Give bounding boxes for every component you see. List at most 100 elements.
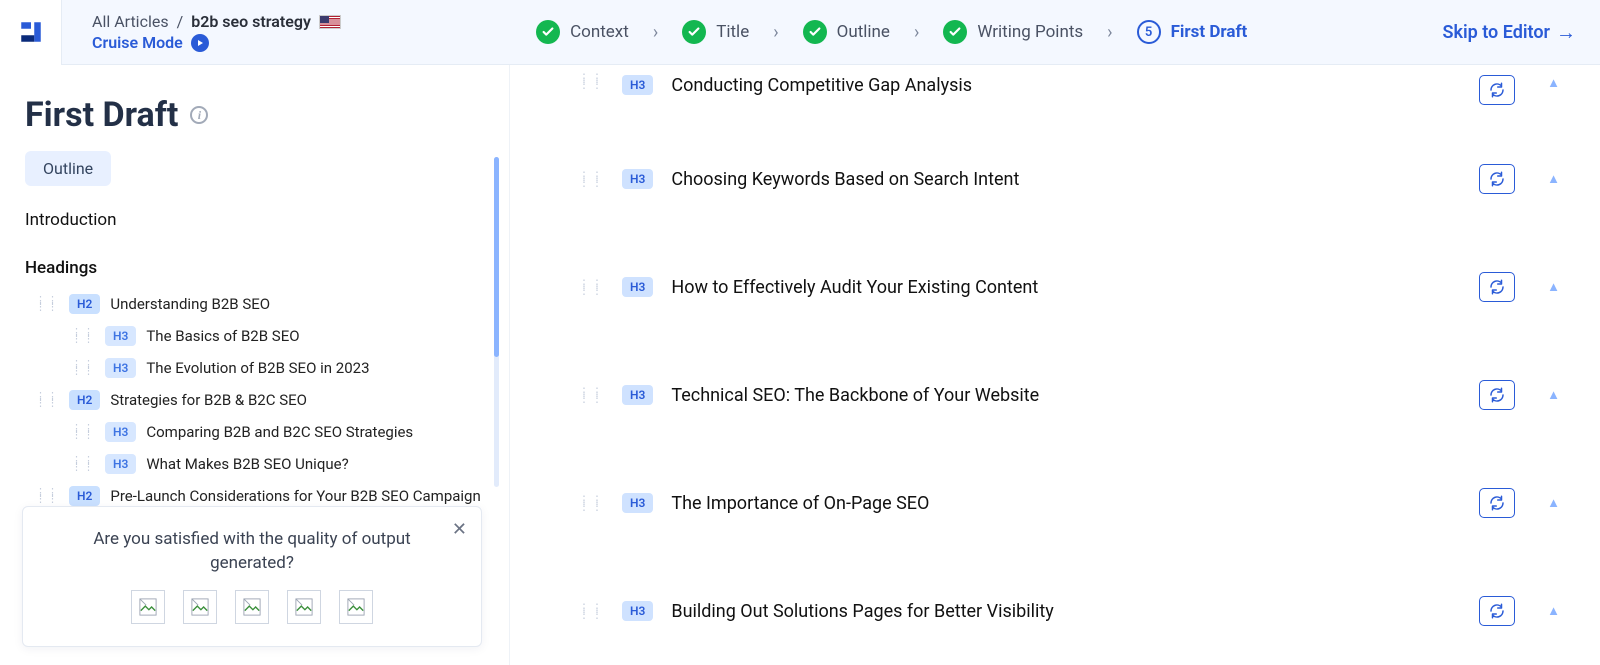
rating-option[interactable] — [235, 590, 269, 624]
outline-node-text: Pre-Launch Considerations for Your B2B S… — [110, 487, 480, 505]
refresh-icon — [1488, 602, 1506, 620]
rating-option[interactable] — [287, 590, 321, 624]
sidebar-scroll-thumb[interactable] — [494, 157, 499, 357]
breadcrumb-current[interactable]: b2b seo strategy — [191, 12, 311, 31]
heading-tag: H3 — [105, 326, 136, 346]
refresh-icon — [1488, 170, 1506, 188]
feedback-question: Are you satisfied with the quality of ou… — [51, 527, 453, 576]
regenerate-button[interactable] — [1479, 488, 1515, 518]
heading-tag: H2 — [69, 294, 100, 314]
regenerate-button[interactable] — [1479, 75, 1515, 105]
drag-handle-icon[interactable]: ⋮⋮⋮⋮ — [35, 490, 59, 502]
refresh-icon — [1488, 494, 1506, 512]
cruise-mode-button[interactable]: Cruise Mode — [92, 33, 341, 52]
logo-icon — [18, 19, 44, 45]
outline-node-text: The Basics of B2B SEO — [146, 327, 299, 345]
drag-handle-icon[interactable]: ⋮⋮⋮⋮ — [71, 458, 95, 470]
app-logo[interactable] — [0, 0, 62, 65]
chevron-right-icon: › — [653, 22, 658, 43]
broken-image-icon — [139, 598, 157, 616]
introduction-heading[interactable]: Introduction — [25, 210, 484, 230]
wizard-step-first-draft[interactable]: 5 First Draft — [1137, 20, 1248, 44]
wizard-step-outline[interactable]: Outline — [803, 20, 890, 44]
heading-tag: H3 — [622, 493, 653, 513]
rating-option[interactable] — [339, 590, 373, 624]
sidebar: First Draft i Outline Introduction Headi… — [0, 65, 510, 665]
heading-tag: H3 — [622, 277, 653, 297]
app-header: All Articles / b2b seo strategy Cruise M… — [0, 0, 1600, 65]
step-label: Writing Points — [977, 22, 1083, 42]
heading-tag: H3 — [622, 601, 653, 621]
breadcrumb: All Articles / b2b seo strategy Cruise M… — [92, 12, 341, 52]
chevron-right-icon: › — [1107, 22, 1112, 43]
regenerate-button[interactable] — [1479, 164, 1515, 194]
outline-node[interactable]: ⋮⋮⋮⋮ H3 The Basics of B2B SEO — [71, 320, 484, 352]
drag-handle-icon[interactable]: ⋮⋮⋮⋮ — [71, 362, 95, 374]
heading-tag: H3 — [105, 358, 136, 378]
broken-image-icon — [295, 598, 313, 616]
step-label: Title — [716, 22, 749, 42]
collapse-icon[interactable]: ▲ — [1547, 603, 1560, 619]
regenerate-button[interactable] — [1479, 272, 1515, 302]
collapse-icon[interactable]: ▲ — [1547, 171, 1560, 187]
rating-option[interactable] — [131, 590, 165, 624]
rating-option[interactable] — [183, 590, 217, 624]
locale-flag-us-icon[interactable] — [319, 15, 341, 29]
breadcrumb-separator: / — [177, 12, 184, 31]
row-title: The Importance of On-Page SEO — [671, 493, 1461, 514]
collapse-icon[interactable]: ▲ — [1547, 75, 1560, 91]
step-number: 5 — [1137, 20, 1161, 44]
outline-node[interactable]: ⋮⋮⋮⋮H2Strategies for B2B & B2C SEO — [35, 384, 484, 416]
outline-node-text: The Evolution of B2B SEO in 2023 — [146, 359, 369, 377]
outline-node[interactable]: ⋮⋮⋮⋮ H3 The Evolution of B2B SEO in 2023 — [71, 352, 484, 384]
wizard-steps: Context›Title›Outline›Writing Points›5Fi… — [341, 20, 1443, 44]
play-icon — [191, 34, 209, 52]
arrow-right-icon: → — [1556, 20, 1576, 45]
content-row: ⋮⋮⋮⋮ H3 How to Effectively Audit Your Exis… — [510, 233, 1600, 341]
outline-node[interactable]: ⋮⋮⋮⋮H3What Makes B2B SEO Unique? — [71, 448, 484, 480]
wizard-step-title[interactable]: Title — [682, 20, 749, 44]
refresh-icon — [1488, 386, 1506, 404]
refresh-icon — [1488, 278, 1506, 296]
collapse-icon[interactable]: ▲ — [1547, 495, 1560, 511]
outline-pill[interactable]: Outline — [25, 151, 111, 186]
step-label: First Draft — [1171, 22, 1248, 42]
drag-handle-icon[interactable]: ⋮⋮⋮⋮ — [578, 605, 604, 617]
regenerate-button[interactable] — [1479, 380, 1515, 410]
drag-handle-icon[interactable]: ⋮⋮⋮⋮ — [578, 281, 604, 293]
feedback-rating — [51, 590, 453, 624]
outline-node[interactable]: ⋮⋮⋮⋮H3Comparing B2B and B2C SEO Strategi… — [71, 416, 484, 448]
check-icon — [803, 20, 827, 44]
drag-handle-icon[interactable]: ⋮⋮⋮⋮ — [578, 75, 604, 87]
row-title: Choosing Keywords Based on Search Intent — [671, 169, 1461, 190]
skip-to-editor-button[interactable]: Skip to Editor → — [1442, 20, 1576, 45]
outline-node-text: Comparing B2B and B2C SEO Strategies — [146, 423, 413, 441]
drag-handle-icon[interactable]: ⋮⋮⋮⋮ — [71, 330, 95, 342]
main-content: ⋮⋮⋮⋮H3Conducting Competitive Gap Analysi… — [510, 65, 1600, 665]
breadcrumb-root[interactable]: All Articles — [92, 12, 169, 31]
broken-image-icon — [347, 598, 365, 616]
row-title: Technical SEO: The Backbone of Your Webs… — [671, 385, 1461, 406]
collapse-icon[interactable]: ▲ — [1547, 387, 1560, 403]
wizard-step-context[interactable]: Context — [536, 20, 629, 44]
headings-heading: Headings — [25, 258, 484, 278]
drag-handle-icon[interactable]: ⋮⋮⋮⋮ — [578, 389, 604, 401]
outline-tree: ⋮⋮⋮⋮H2Understanding B2B SEO⋮⋮⋮⋮H3The Bas… — [25, 288, 484, 512]
outline-node-text: Strategies for B2B & B2C SEO — [110, 391, 307, 409]
drag-handle-icon[interactable]: ⋮⋮⋮⋮ — [35, 394, 59, 406]
drag-handle-icon[interactable]: ⋮⋮⋮⋮ — [578, 497, 604, 509]
row-title: How to Effectively Audit Your Existing C… — [671, 277, 1461, 298]
drag-handle-icon[interactable]: ⋮⋮⋮⋮ — [71, 426, 95, 438]
close-icon[interactable]: ✕ — [452, 519, 467, 540]
collapse-icon[interactable]: ▲ — [1547, 279, 1560, 295]
content-row: ⋮⋮⋮⋮H3Choosing Keywords Based on Search … — [510, 125, 1600, 233]
drag-handle-icon[interactable]: ⋮⋮⋮⋮ — [35, 298, 59, 310]
outline-node[interactable]: ⋮⋮⋮⋮H2Understanding B2B SEO — [35, 288, 484, 320]
wizard-step-writing-points[interactable]: Writing Points — [943, 20, 1083, 44]
drag-handle-icon[interactable]: ⋮⋮⋮⋮ — [578, 173, 604, 185]
info-icon[interactable]: i — [190, 106, 208, 124]
chevron-right-icon: › — [914, 22, 919, 43]
regenerate-button[interactable] — [1479, 596, 1515, 626]
step-label: Context — [570, 22, 629, 42]
page-title: First Draft i — [25, 95, 484, 135]
